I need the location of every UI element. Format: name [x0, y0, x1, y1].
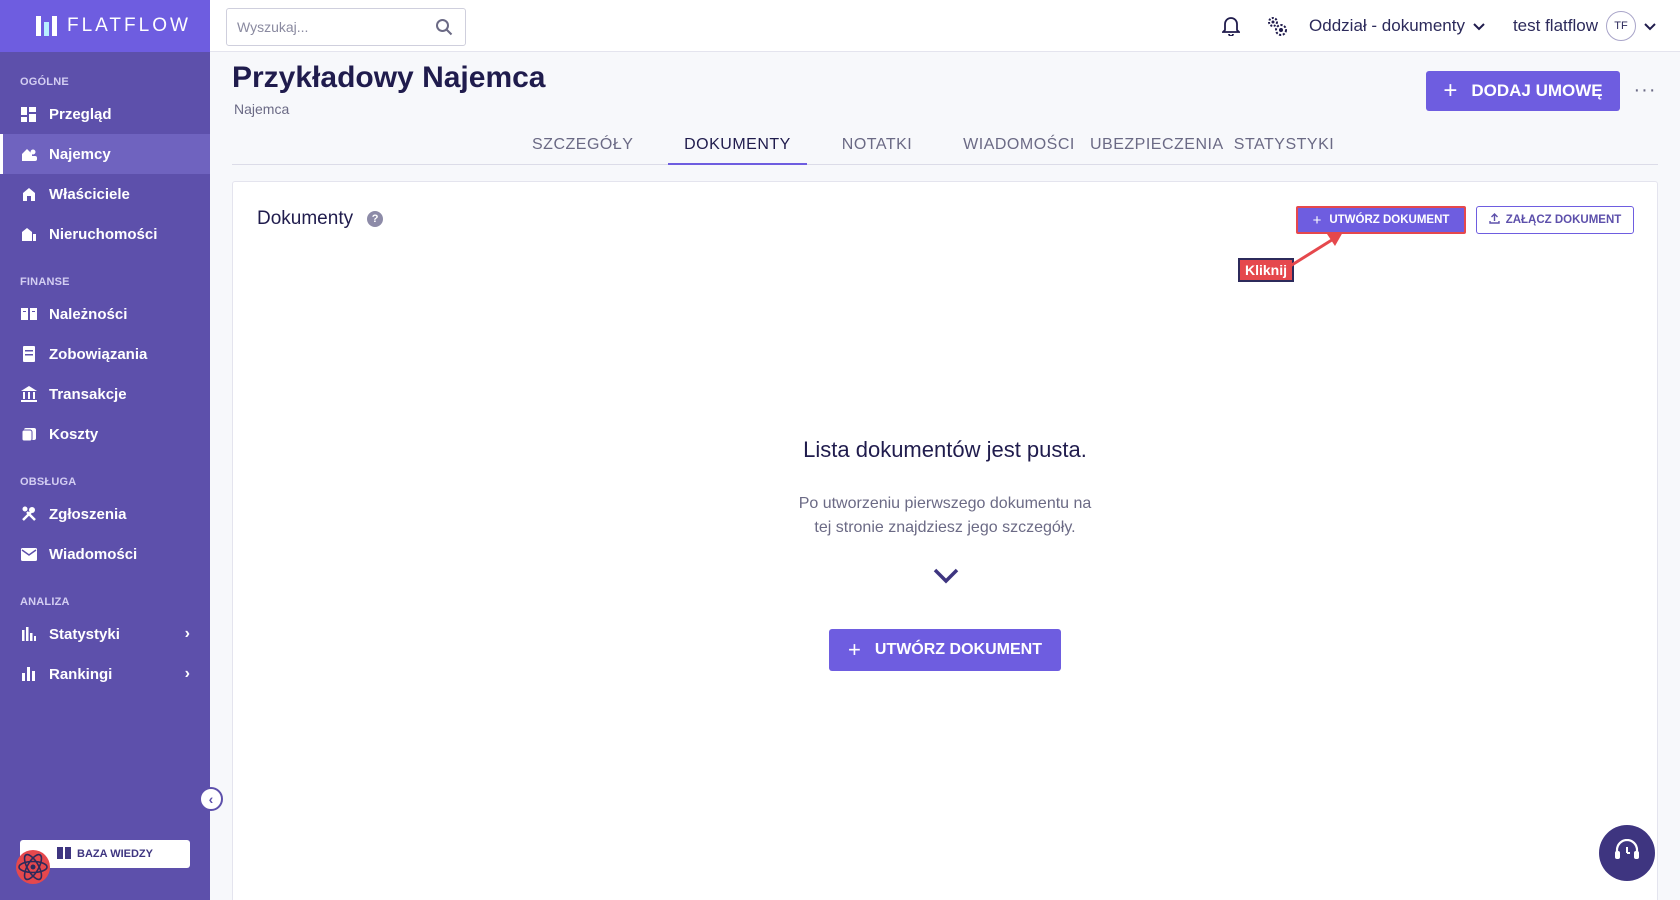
empty-state-title: Lista dokumentów jest pusta. — [803, 437, 1087, 462]
annotation-arrow — [1286, 232, 1343, 270]
costs-icon — [20, 426, 37, 443]
sidebar-item-nieruchomosci[interactable]: Nieruchomości — [0, 214, 210, 254]
sidebar-item-label: Właściciele — [49, 185, 130, 203]
empty-state-line: Po utworzeniu pierwszego dokumentu na — [798, 495, 1092, 512]
avatar: TF — [1606, 11, 1636, 41]
collapse-sidebar-button[interactable]: ‹ — [199, 787, 223, 811]
help-icon[interactable]: ? — [367, 211, 384, 227]
sidebar-section-title: ANALIZA — [20, 596, 70, 608]
sidebar-section-title: OBSŁUGA — [20, 476, 77, 488]
ranking-icon — [20, 666, 37, 683]
tab-szczegoly[interactable]: SZCZEGÓŁY — [532, 136, 633, 165]
bank-icon — [20, 386, 37, 403]
page-subtitle: Najemca — [234, 101, 290, 117]
bell-icon[interactable] — [1217, 12, 1245, 40]
tenants-icon — [20, 146, 37, 163]
sidebar-item-label: Statystyki — [49, 625, 120, 643]
sidebar-item-transakcje[interactable]: Transakcje — [0, 374, 210, 414]
branch-label: Oddział - dokumenty — [1309, 16, 1465, 35]
tools-icon — [20, 506, 37, 523]
support-chat-button[interactable] — [1599, 825, 1655, 881]
sidebar-item-zobowiazania[interactable]: Zobowiązania — [0, 334, 210, 374]
chevron-down-icon — [933, 568, 959, 589]
sidebar-item-label: Wiadomości — [49, 545, 138, 563]
chevron-down-icon — [1473, 16, 1485, 36]
sidebar-item-label: Najemcy — [49, 145, 111, 163]
sidebar-item-najemcy[interactable]: Najemcy — [0, 134, 210, 174]
documents-card: Dokumenty ? + UTWÓRZ DOKUMENT ZAŁĄCZ DOK… — [232, 181, 1658, 900]
brand-logo[interactable]: FLATFLOW — [0, 0, 210, 52]
sidebar-item-label: Nieruchomości — [49, 225, 158, 243]
properties-icon — [20, 226, 37, 243]
upload-icon — [1488, 213, 1500, 227]
sidebar-item-label: Rankingi — [49, 665, 113, 683]
sidebar-item-label: Transakcje — [49, 385, 127, 403]
liabilities-icon — [20, 346, 37, 363]
receivables-icon — [20, 306, 37, 323]
knowledge-base-label: BAZA WIEDZY — [77, 848, 153, 860]
dashboard-icon — [20, 106, 37, 123]
user-name: test flatflow — [1512, 16, 1598, 35]
chevron-right-icon: › — [184, 665, 190, 682]
sidebar-item-label: Przegląd — [49, 105, 112, 123]
top-bar-actions: Oddział - dokumenty test flatflow TF — [1217, 0, 1656, 52]
more-options-icon[interactable]: ··· — [1634, 78, 1656, 102]
page-title: Przykładowy Najemca — [232, 61, 546, 94]
sidebar-item-label: Należności — [49, 305, 128, 323]
chevron-down-icon — [1644, 16, 1656, 36]
stats-icon — [20, 626, 37, 643]
sidebar-item-wlasciciele[interactable]: Właściciele — [0, 174, 210, 214]
search-icon[interactable] — [435, 18, 453, 41]
documents-title-text: Dokumenty — [257, 208, 354, 229]
empty-state-line: tej stronie znajdziesz jego szczegóły. — [814, 519, 1076, 536]
mail-icon — [20, 546, 37, 563]
user-menu[interactable]: test flatflow TF — [1513, 11, 1656, 41]
attach-document-label: ZAŁĄCZ DOKUMENT — [1505, 214, 1622, 226]
tab-wiadomosci[interactable]: WIADOMOŚCI — [956, 136, 1082, 165]
owners-icon — [20, 186, 37, 203]
brand-name: FLATFLOW — [67, 15, 191, 36]
sidebar: FLATFLOW OGÓLNE Przegląd Najemcy Właścic… — [0, 0, 210, 900]
sidebar-section-title: FINANSE — [20, 276, 70, 288]
tab-notatki[interactable]: NOTATKI — [832, 136, 922, 165]
sidebar-section-title: OGÓLNE — [20, 76, 69, 88]
settings-gears-icon[interactable] — [1263, 12, 1291, 40]
headset-icon — [1614, 838, 1640, 868]
react-devtools-icon[interactable] — [14, 848, 52, 886]
chevron-left-icon: ‹ — [208, 791, 214, 807]
empty-state-description: Po utworzeniu pierwszego dokumentu na te… — [233, 492, 1657, 540]
sidebar-item-label: Zobowiązania — [49, 345, 148, 363]
sidebar-item-przeglad[interactable]: Przegląd — [0, 94, 210, 134]
plus-icon: + — [848, 637, 861, 662]
sidebar-item-label: Zgłoszenia — [49, 505, 127, 523]
tab-dokumenty[interactable]: DOKUMENTY — [668, 136, 807, 165]
sidebar-item-wiadomosci[interactable]: Wiadomości — [0, 534, 210, 574]
tabs: SZCZEGÓŁY DOKUMENTY NOTATKI WIADOMOŚCI U… — [232, 130, 1658, 165]
create-document-large-button[interactable]: + UTWÓRZ DOKUMENT — [829, 629, 1061, 671]
sidebar-item-statystyki[interactable]: Statystyki › — [0, 614, 210, 654]
chevron-right-icon: › — [184, 625, 190, 642]
sidebar-item-label: Koszty — [49, 425, 99, 443]
tab-ubezpieczenia[interactable]: UBEZPIECZENIA — [1090, 136, 1223, 165]
logo-icon — [36, 16, 57, 36]
top-bar: Oddział - dokumenty test flatflow TF — [210, 0, 1680, 52]
sidebar-item-rankingi[interactable]: Rankingi › — [0, 654, 210, 694]
add-contract-button[interactable]: + DODAJ UMOWĘ — [1426, 71, 1620, 111]
documents-title: Dokumenty ? — [257, 208, 384, 230]
sidebar-item-koszty[interactable]: Koszty — [0, 414, 210, 454]
plus-icon: + — [1443, 77, 1458, 104]
search-input[interactable] — [227, 9, 417, 45]
attach-document-button[interactable]: ZAŁĄCZ DOKUMENT — [1476, 206, 1634, 234]
tab-statystyki[interactable]: STATYSTYKI — [1232, 136, 1336, 165]
sidebar-item-zgloszenia[interactable]: Zgłoszenia — [0, 494, 210, 534]
book-icon — [57, 846, 71, 862]
search-box — [226, 8, 466, 46]
sidebar-item-naleznosci[interactable]: Należności — [0, 294, 210, 334]
branch-selector[interactable]: Oddział - dokumenty — [1309, 16, 1485, 36]
add-contract-label: DODAJ UMOWĘ — [1471, 81, 1603, 100]
create-document-large-label: UTWÓRZ DOKUMENT — [874, 641, 1042, 658]
